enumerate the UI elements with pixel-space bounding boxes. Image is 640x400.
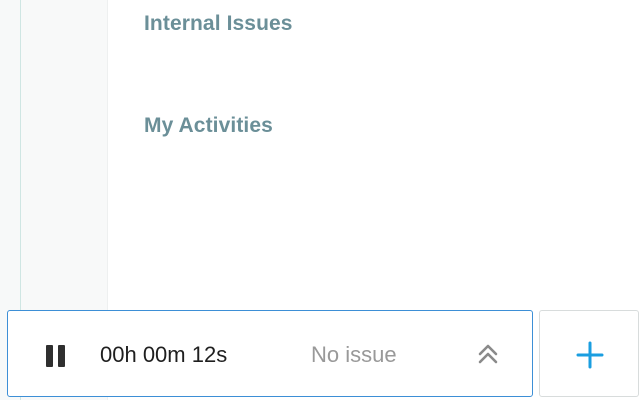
add-entry-button[interactable] <box>539 310 639 397</box>
timer-bar[interactable]: 00h 00m 12s No issue <box>7 310 533 397</box>
section-title-internal-issues: Internal Issues <box>144 12 293 35</box>
expand-timer-button[interactable] <box>476 342 500 366</box>
app-window: Internal Issues My Activities 00h 00m 12… <box>0 0 640 400</box>
elapsed-time: 00h 00m 12s <box>100 342 228 367</box>
pause-button[interactable] <box>44 345 68 367</box>
double-chevron-up-icon <box>478 344 498 364</box>
plus-icon <box>576 341 604 369</box>
section-title-my-activities: My Activities <box>144 114 273 137</box>
issue-selector[interactable]: No issue <box>311 342 397 368</box>
